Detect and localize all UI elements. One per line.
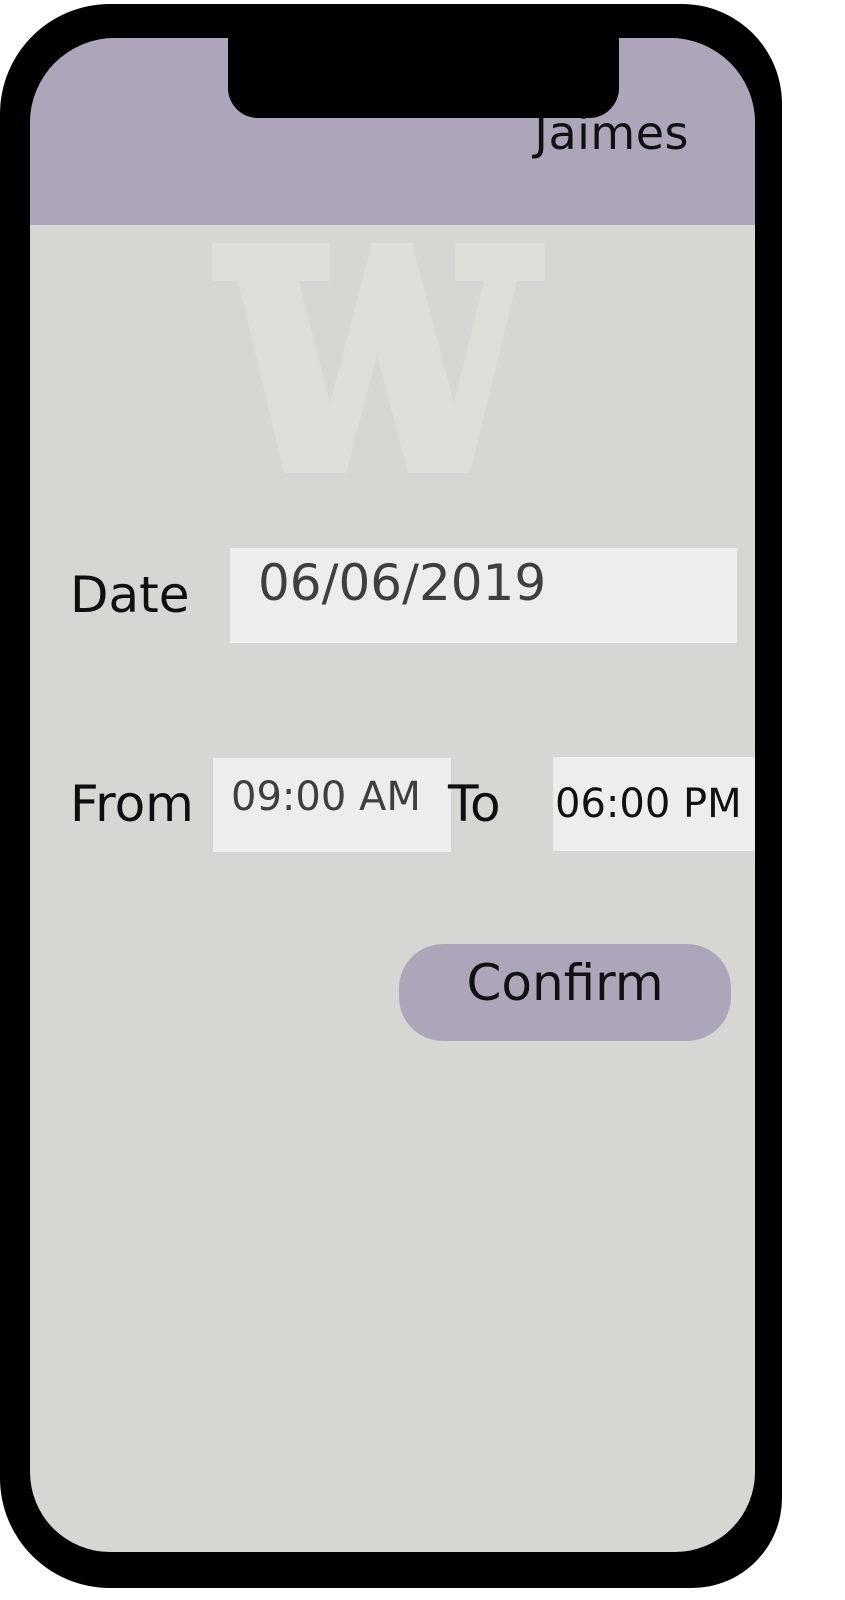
date-label: Date — [70, 566, 190, 624]
date-input[interactable]: 06/06/2019 — [230, 548, 737, 643]
device-notch — [228, 38, 619, 118]
confirm-button[interactable]: Confirm — [399, 944, 731, 1041]
to-label: To — [448, 775, 501, 833]
to-time-input[interactable]: 06:00 PM — [553, 757, 755, 851]
phone-frame: Jaimes Date 06/06/2019 From 09:00 AM To … — [0, 4, 782, 1588]
from-label: From — [70, 775, 194, 833]
w-logo-watermark — [212, 243, 545, 473]
from-time-input[interactable]: 09:00 AM — [213, 758, 451, 852]
app-screen: Jaimes Date 06/06/2019 From 09:00 AM To … — [30, 38, 755, 1552]
